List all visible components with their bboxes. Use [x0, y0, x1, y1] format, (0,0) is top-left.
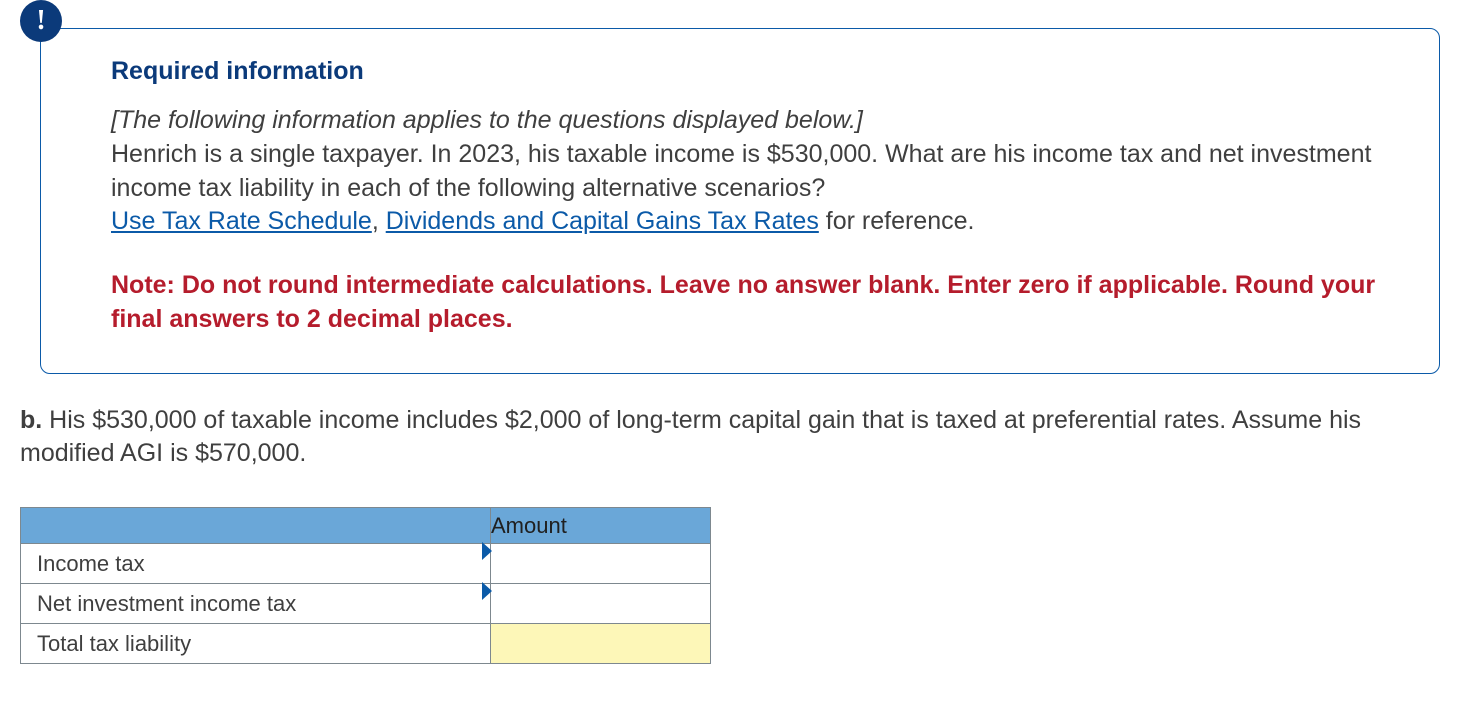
after-links-text: for reference.: [819, 207, 975, 235]
required-info-title: Required information: [111, 57, 1399, 86]
amount-cell-income-tax: [491, 544, 711, 584]
income-tax-input[interactable]: [491, 545, 710, 583]
entry-flag-icon: [482, 542, 492, 560]
entry-flag-icon: [482, 582, 492, 600]
question-b-label: b.: [20, 406, 42, 434]
amount-cell-niit: [491, 584, 711, 624]
required-info-panel: Required information [The following info…: [40, 28, 1440, 374]
row-label-income-tax: Income tax: [21, 544, 491, 584]
total-tax-output: [491, 625, 710, 663]
niit-input[interactable]: [491, 585, 710, 623]
question-b: b. His $530,000 of taxable income includ…: [20, 404, 1440, 472]
header-blank: [21, 508, 491, 544]
header-amount: Amount: [491, 508, 711, 544]
question-b-body: His $530,000 of taxable income includes …: [20, 406, 1361, 468]
tax-rate-schedule-link[interactable]: Use Tax Rate Schedule: [111, 207, 372, 235]
row-label-niit: Net investment income tax: [21, 584, 491, 624]
link-separator: ,: [372, 207, 386, 235]
table-row: Income tax: [21, 544, 711, 584]
answer-table: Amount Income tax Net investment income …: [20, 507, 711, 664]
dividends-cap-gains-link[interactable]: Dividends and Capital Gains Tax Rates: [386, 207, 819, 235]
intro-italic-text: [The following information applies to th…: [111, 106, 863, 134]
info-badge-icon: !: [20, 0, 62, 42]
required-info-body: [The following information applies to th…: [111, 104, 1399, 239]
row-label-total: Total tax liability: [21, 624, 491, 664]
amount-cell-total: [491, 624, 711, 664]
scenario-text: Henrich is a single taxpayer. In 2023, h…: [111, 140, 1371, 202]
note-text: Note: Do not round intermediate calculat…: [111, 269, 1399, 337]
table-row: Net investment income tax: [21, 584, 711, 624]
table-row: Total tax liability: [21, 624, 711, 664]
